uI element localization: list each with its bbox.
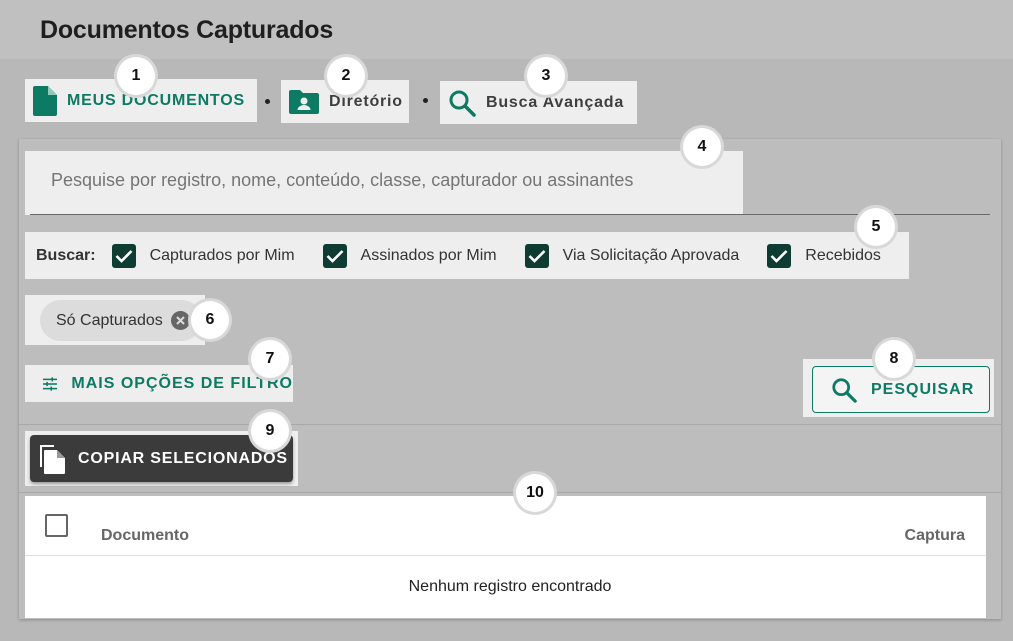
checkbox-label: Capturados por Mim: [149, 246, 295, 264]
step-badge: 7: [251, 340, 289, 378]
column-header-captura[interactable]: Captura: [905, 527, 965, 545]
step-badge: 1: [117, 57, 155, 95]
divider: [19, 492, 1001, 493]
check-icon: [528, 249, 545, 263]
results-table: Documento Captura Nenhum registro encont…: [25, 496, 986, 618]
folder-user-icon: [289, 89, 319, 114]
more-filters-label: MAIS OPÇÕES DE FILTRO: [71, 374, 293, 392]
search-input[interactable]: Pesquise por registro, nome, conteúdo, c…: [25, 151, 743, 215]
filter-options: Buscar: Capturados por Mim Assinados por…: [25, 232, 909, 279]
checkbox-checked[interactable]: [111, 243, 136, 268]
tab-label: MEUS DOCUMENTOS: [67, 91, 245, 109]
step-badge: 2: [327, 57, 365, 95]
check-icon: [326, 249, 343, 263]
filter-recebidos[interactable]: Recebidos: [767, 243, 881, 268]
separator-dot: [265, 99, 270, 104]
page-title: Documentos Capturados: [40, 16, 334, 44]
filter-capturados-por-mim[interactable]: Capturados por Mim: [111, 243, 295, 268]
tab-label: Diretório: [329, 92, 403, 110]
column-header-documento[interactable]: Documento: [101, 527, 189, 545]
tune-icon: [43, 376, 58, 391]
table-header: Documento Captura: [25, 496, 986, 556]
empty-message: Nenhum registro encontrado: [408, 578, 612, 595]
document-icon: [33, 85, 57, 116]
checkbox-label: Recebidos: [805, 246, 881, 264]
search-icon: [449, 90, 476, 117]
close-icon[interactable]: [171, 311, 190, 330]
step-badge: 6: [191, 301, 229, 339]
filter-assinados-por-mim[interactable]: Assinados por Mim: [322, 243, 497, 268]
chip-label: Só Capturados: [56, 311, 163, 329]
select-all-checkbox[interactable]: [45, 514, 68, 537]
top-bar: Documentos Capturados: [0, 0, 1013, 59]
search-underline: [30, 214, 990, 215]
divider: [19, 424, 1001, 425]
checkbox-checked[interactable]: [322, 243, 347, 268]
separator-dot: [423, 98, 428, 103]
step-badge: 10: [516, 474, 554, 512]
search-icon: [832, 377, 857, 403]
search-button-label: PESQUISAR: [871, 380, 975, 398]
check-icon: [115, 249, 132, 263]
search-placeholder: Pesquise por registro, nome, conteúdo, c…: [51, 170, 634, 190]
checkbox-checked[interactable]: [524, 243, 549, 268]
tab-label: Busca Avançada: [486, 93, 625, 111]
check-icon: [770, 249, 788, 263]
step-badge: 3: [527, 57, 565, 95]
checkbox-checked[interactable]: [767, 243, 792, 268]
filter-via-solicitacao-aprovada[interactable]: Via Solicitação Aprovada: [524, 243, 740, 268]
filter-label: Buscar:: [36, 246, 96, 264]
step-badge: 5: [857, 208, 895, 246]
step-badge: 8: [875, 340, 913, 378]
step-badge: 9: [251, 412, 289, 450]
checkbox-label: Via Solicitação Aprovada: [562, 246, 740, 264]
copy-button-label: COPIAR SELECIONADOS: [78, 449, 288, 467]
step-badge: 4: [683, 128, 721, 166]
checkbox-label: Assinados por Mim: [360, 246, 497, 264]
filter-chip[interactable]: Só Capturados: [40, 300, 202, 341]
copy-icon: [40, 444, 65, 474]
more-filters-button[interactable]: MAIS OPÇÕES DE FILTRO: [25, 365, 293, 402]
